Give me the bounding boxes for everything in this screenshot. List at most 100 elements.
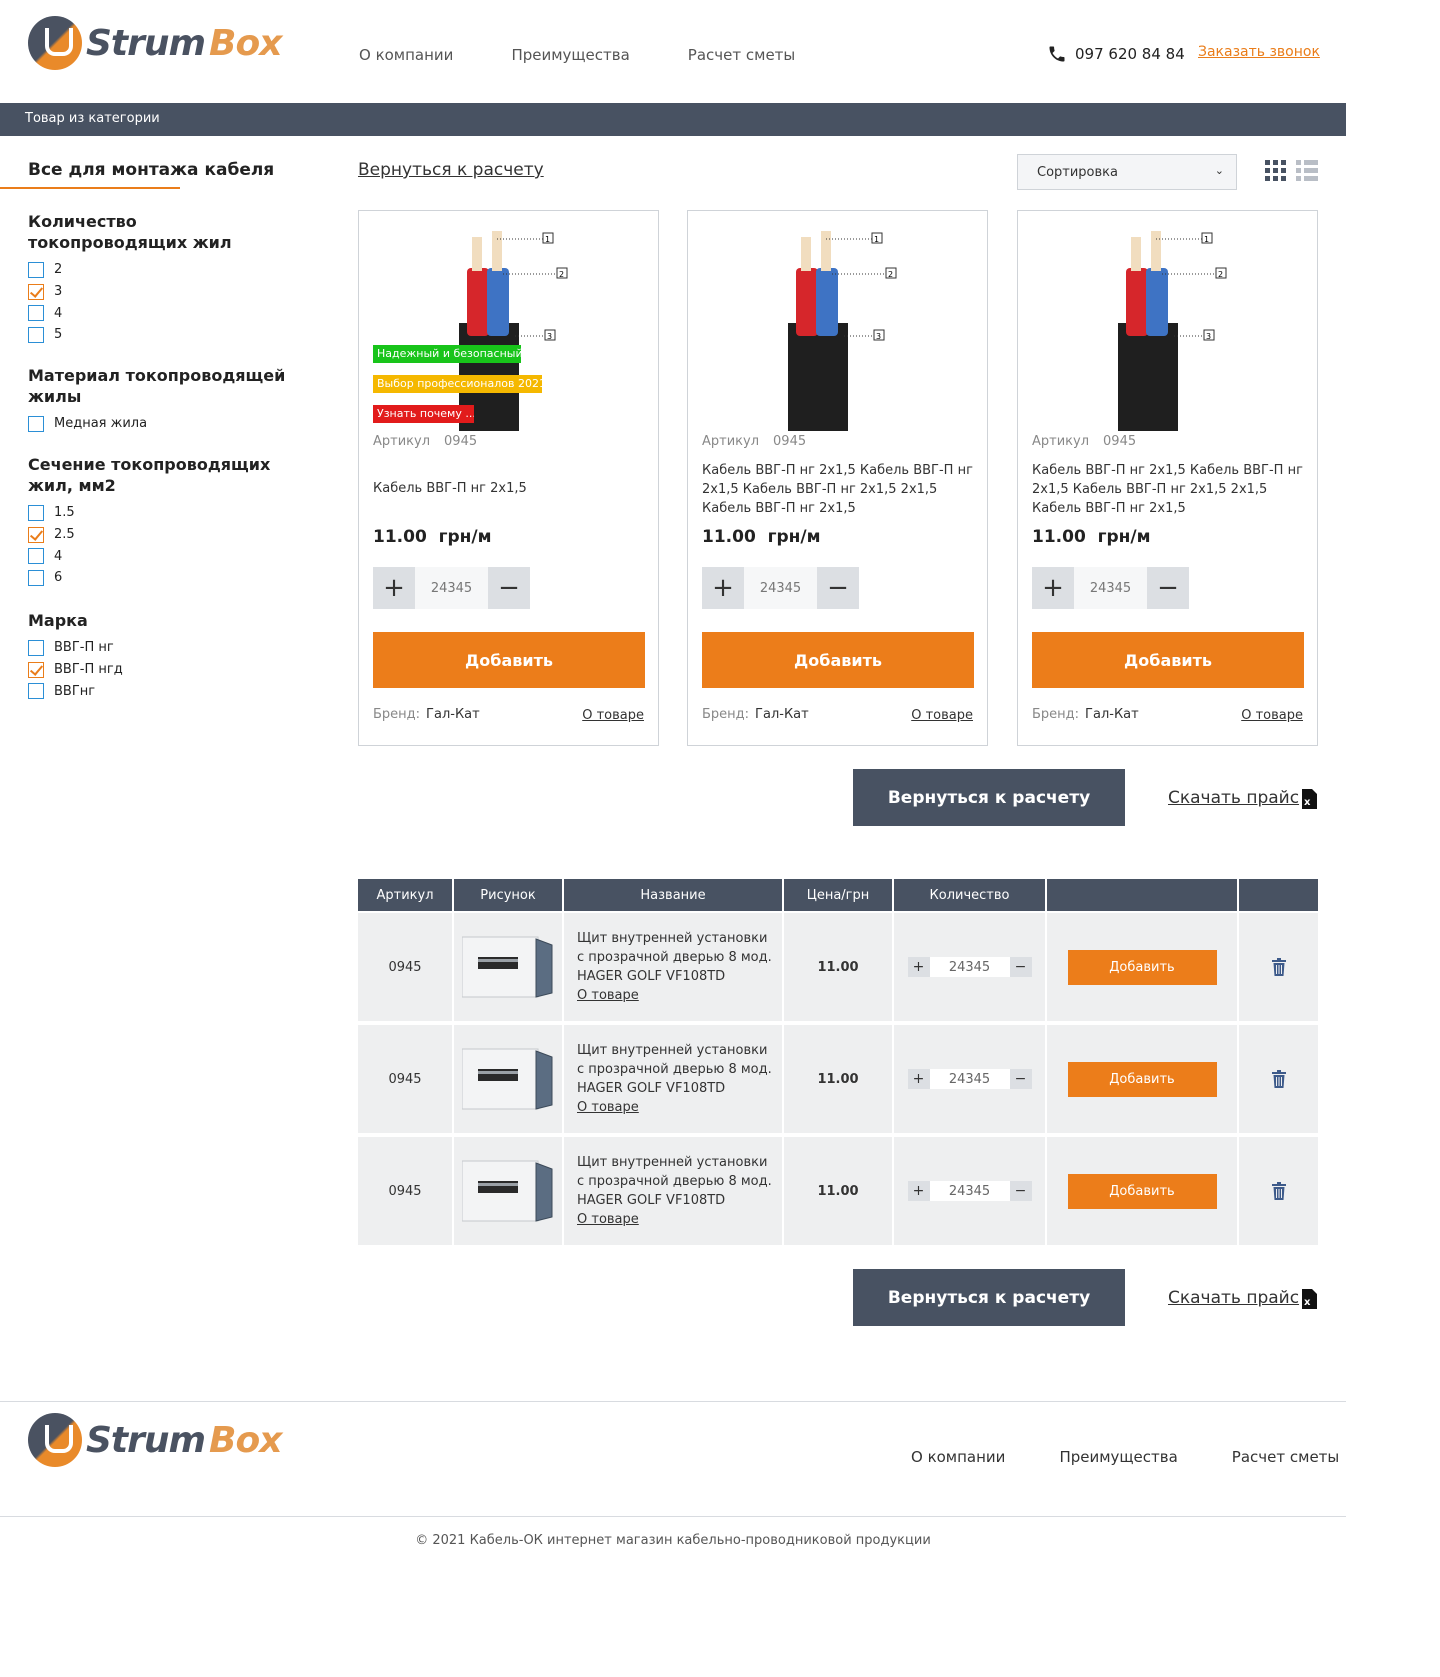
checkbox[interactable] — [28, 548, 44, 565]
minus-button[interactable]: − — [1009, 1069, 1032, 1089]
plus-button[interactable]: + — [702, 567, 744, 609]
plus-button[interactable]: + — [907, 1069, 930, 1089]
plus-button[interactable]: + — [907, 957, 930, 977]
price-unit: грн/м — [1097, 527, 1151, 547]
product-title[interactable]: Кабель ВВГ-П нг 2х1,5 Кабель ВВГ-П нг 2х… — [702, 461, 974, 518]
filter-option[interactable]: 2.5 — [28, 524, 298, 546]
filter-option[interactable]: 3 — [28, 281, 298, 303]
checkbox[interactable] — [28, 683, 44, 700]
filter-option[interactable]: ВВГнг — [28, 680, 298, 702]
filter-option[interactable]: 4 — [28, 545, 298, 567]
phone[interactable]: 097 620 84 84 — [1047, 44, 1185, 64]
filter-cores: Количество токопроводящих жил 2 3 4 5 — [28, 211, 298, 346]
quantity-stepper: +24345− — [907, 1181, 1032, 1201]
callback-link[interactable]: Заказать звонок — [1198, 44, 1320, 60]
minus-button[interactable]: − — [1009, 1181, 1032, 1201]
filter-option[interactable]: ВВГ-П нгд — [28, 659, 298, 681]
about-product-link[interactable]: О товаре — [577, 1210, 639, 1229]
site-header: Strum Box О компании Преимущества Расчет … — [0, 0, 1346, 103]
minus-button[interactable]: − — [1009, 957, 1032, 977]
logo[interactable]: Strum Box — [28, 16, 282, 70]
checkbox-checked[interactable] — [28, 526, 44, 543]
back-to-estimate-button[interactable]: Вернуться к расчету — [853, 1269, 1125, 1326]
list-view-icon[interactable] — [1296, 160, 1318, 181]
filter-option[interactable]: 2 — [28, 259, 298, 281]
download-price-link[interactable]: Скачать прайс — [1168, 1288, 1299, 1308]
about-product-link[interactable]: О товаре — [582, 708, 644, 723]
checkbox[interactable] — [28, 415, 44, 432]
checkbox[interactable] — [28, 326, 44, 343]
quantity-input[interactable]: 24345 — [929, 1181, 1010, 1201]
minus-button[interactable]: − — [1147, 567, 1189, 609]
footer-logo[interactable]: Strum Box — [28, 1413, 282, 1467]
checkbox-checked[interactable] — [28, 661, 44, 678]
checkbox[interactable] — [28, 569, 44, 586]
about-product-link[interactable]: О товаре — [1241, 708, 1303, 723]
nav-estimate[interactable]: Расчет сметы — [688, 46, 795, 64]
add-button[interactable]: Добавить — [1067, 1173, 1217, 1209]
checkbox[interactable] — [28, 261, 44, 278]
add-button[interactable]: Добавить — [1067, 1061, 1217, 1097]
quantity-input[interactable]: 24345 — [415, 567, 488, 609]
excel-file-icon[interactable]: x — [1300, 789, 1318, 809]
checkbox[interactable] — [28, 639, 44, 656]
th-price: Цена/грн — [784, 879, 894, 911]
filter-option[interactable]: ВВГ-П нг — [28, 637, 298, 659]
svg-text:2: 2 — [888, 270, 893, 279]
minus-button[interactable]: − — [817, 567, 859, 609]
download-price-link[interactable]: Скачать прайс — [1168, 788, 1299, 808]
about-product-link[interactable]: О товаре — [911, 708, 973, 723]
filter-title: Марка — [28, 611, 88, 630]
product-title[interactable]: Кабель ВВГ-П нг 2х1,5 — [373, 479, 645, 498]
price: 11.00 грн/м — [1032, 527, 1151, 547]
grid-view-icon[interactable] — [1265, 160, 1286, 181]
product-title[interactable]: Кабель ВВГ-П нг 2х1,5 Кабель ВВГ-П нг 2х… — [1032, 461, 1304, 518]
trash-icon[interactable] — [1271, 1182, 1286, 1200]
quantity-input[interactable]: 24345 — [929, 1069, 1010, 1089]
trash-icon[interactable] — [1271, 958, 1286, 976]
quantity-input[interactable]: 24345 — [744, 567, 817, 609]
plus-button[interactable]: + — [907, 1181, 930, 1201]
nav-advantages[interactable]: Преимущества — [511, 46, 629, 64]
minus-button[interactable]: − — [488, 567, 530, 609]
filter-option[interactable]: 4 — [28, 302, 298, 324]
cable-image: 1 2 3 — [788, 231, 897, 431]
add-button[interactable]: Добавить — [702, 632, 974, 688]
checkbox[interactable] — [28, 305, 44, 322]
logo-plug-icon — [28, 16, 82, 70]
quantity-input[interactable]: 24345 — [929, 957, 1010, 977]
brand-label: Бренд: — [1032, 707, 1080, 722]
price: 11.00 грн/м — [373, 527, 492, 547]
filter-option[interactable]: 5 — [28, 324, 298, 346]
row-product-name[interactable]: Щит внутренней установки с прозрачной дв… — [577, 929, 774, 986]
quantity-input[interactable]: 24345 — [1074, 567, 1147, 609]
trash-icon[interactable] — [1271, 1070, 1286, 1088]
filter-option[interactable]: 6 — [28, 567, 298, 589]
row-product-name[interactable]: Щит внутренней установки с прозрачной дв… — [577, 1041, 774, 1098]
filter-option-label: Медная жила — [54, 416, 148, 432]
about-product-link[interactable]: О товаре — [577, 1098, 639, 1117]
add-button[interactable]: Добавить — [1067, 949, 1217, 985]
row-product-name[interactable]: Щит внутренней установки с прозрачной дв… — [577, 1153, 774, 1210]
checkbox-checked[interactable] — [28, 283, 44, 300]
badge-learn-why[interactable]: Узнать почему ... — [373, 405, 474, 423]
checkbox[interactable] — [28, 504, 44, 521]
footer-nav-about[interactable]: О компании — [911, 1448, 1005, 1466]
about-product-link[interactable]: О товаре — [577, 986, 639, 1005]
filter-option[interactable]: Медная жила — [28, 413, 298, 435]
plus-button[interactable]: + — [1032, 567, 1074, 609]
category-bar: Товар из категории — [0, 103, 1346, 136]
nav-about[interactable]: О компании — [359, 46, 453, 64]
excel-file-icon[interactable]: x — [1300, 1289, 1318, 1309]
footer-nav-estimate[interactable]: Расчет сметы — [1232, 1448, 1339, 1466]
footer-nav-advantages[interactable]: Преимущества — [1059, 1448, 1177, 1466]
sort-select[interactable]: Сортировка ⌄ — [1017, 154, 1237, 190]
add-button[interactable]: Добавить — [1032, 632, 1304, 688]
cell-image — [454, 913, 564, 1021]
back-to-estimate-link[interactable]: Вернуться к расчету — [358, 160, 544, 180]
cell-delete — [1239, 1025, 1318, 1133]
back-to-estimate-button[interactable]: Вернуться к расчету — [853, 769, 1125, 826]
plus-button[interactable]: + — [373, 567, 415, 609]
add-button[interactable]: Добавить — [373, 632, 645, 688]
filter-option[interactable]: 1.5 — [28, 502, 298, 524]
